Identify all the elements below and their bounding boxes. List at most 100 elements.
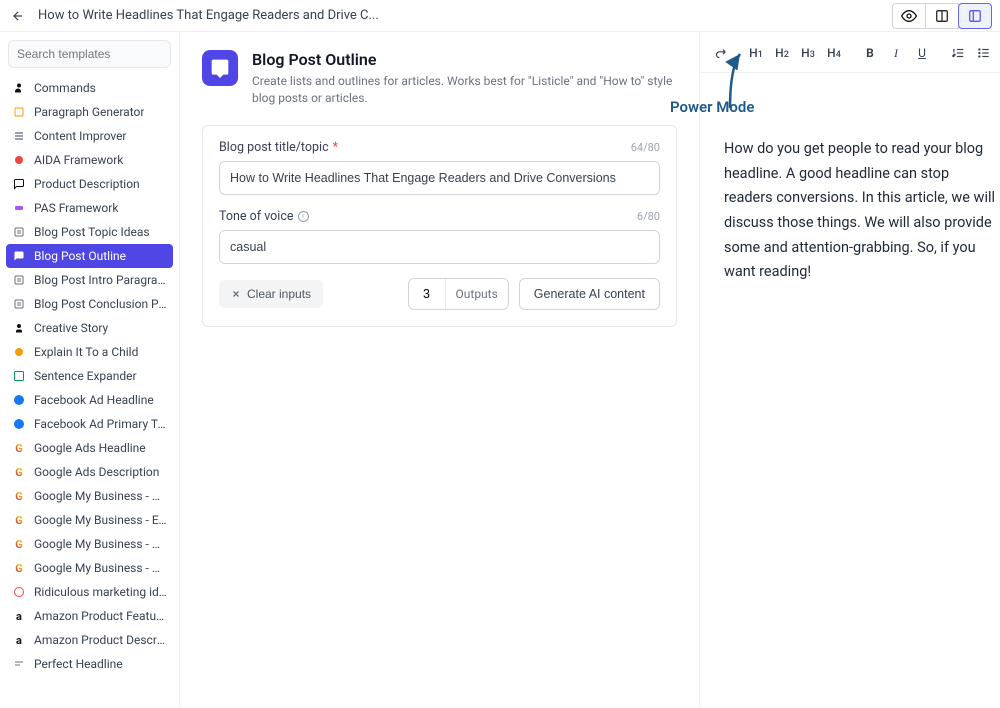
g-icon: G [12, 489, 26, 503]
template-item-18[interactable]: G Google My Business - Ev... [6, 508, 173, 532]
title-input[interactable] [219, 161, 660, 195]
layout-icon [935, 9, 949, 23]
template-item-8[interactable]: Blog Post Intro Paragraph [6, 268, 173, 292]
template-label: Paragraph Generator [34, 105, 144, 119]
ordered-list-button[interactable] [948, 42, 968, 64]
head-icon [12, 657, 26, 671]
h1-button[interactable]: H1 [746, 42, 766, 64]
template-header: Blog Post Outline Create lists and outli… [202, 50, 677, 107]
back-button[interactable] [8, 6, 28, 26]
outputs-stepper[interactable]: Outputs [408, 278, 509, 310]
aida-icon [12, 153, 26, 167]
template-item-16[interactable]: GGoogle Ads Description [6, 460, 173, 484]
template-item-22[interactable]: aAmazon Product Feature... [6, 604, 173, 628]
template-item-2[interactable]: Content Improver [6, 124, 173, 148]
expand-icon [12, 369, 26, 383]
template-item-6[interactable]: Blog Post Topic Ideas [6, 220, 173, 244]
outputs-count-input[interactable] [409, 287, 445, 301]
template-item-0[interactable]: Commands [6, 76, 173, 100]
improve-icon [12, 129, 26, 143]
pas-icon [12, 201, 26, 215]
template-label: Google My Business - Ev... [34, 513, 167, 527]
template-label: Product Description [34, 177, 140, 191]
underline-button[interactable]: U [912, 42, 932, 64]
template-item-13[interactable]: Facebook Ad Headline [6, 388, 173, 412]
g-icon: G [12, 465, 26, 479]
bold-button[interactable]: B [860, 42, 880, 64]
italic-button[interactable]: I [886, 42, 906, 64]
child-icon [12, 345, 26, 359]
g-icon: G [12, 513, 26, 527]
template-label: Content Improver [34, 129, 127, 143]
template-item-14[interactable]: Facebook Ad Primary Text [6, 412, 173, 436]
template-label: PAS Framework [34, 201, 118, 215]
template-label: Explain It To a Child [34, 345, 138, 359]
field-tone-label: Tone of voice i [219, 209, 309, 224]
g-icon: G [12, 561, 26, 575]
template-label: Blog Post Conclusion Par... [34, 297, 167, 311]
template-form-panel: Blog Post Outline Create lists and outli… [180, 32, 700, 708]
template-label: Commands [34, 81, 96, 95]
template-label: Google Ads Headline [34, 441, 146, 455]
field-tone-counter: 6/80 [637, 210, 660, 223]
template-item-15[interactable]: G Google Ads Headline [6, 436, 173, 460]
template-item-21[interactable]: Ridiculous marketing ideas [6, 580, 173, 604]
template-item-3[interactable]: AIDA Framework [6, 148, 173, 172]
info-icon: i [298, 211, 309, 222]
template-name: Blog Post Outline [252, 50, 677, 69]
template-item-17[interactable]: GGoogle My Business - W... [6, 484, 173, 508]
editor-panel: H1 H2 H3 H4 B I U Power Mode How do you … [700, 32, 1000, 708]
template-list: Commands Paragraph Generator Content Impro… [6, 76, 173, 676]
bullet-list-button[interactable] [974, 42, 994, 64]
template-item-11[interactable]: Explain It To a Child [6, 340, 173, 364]
x-icon [231, 289, 241, 299]
template-label: Google My Business - Pr... [34, 537, 167, 551]
outputs-label: Outputs [445, 279, 508, 309]
para-icon [12, 105, 26, 119]
input-form: Blog post title/topic * 64/80 Tone of vo… [202, 125, 677, 327]
app-header: How to Write Headlines That Engage Reade… [0, 0, 1000, 32]
template-item-10[interactable]: Creative Story [6, 316, 173, 340]
h3-button[interactable]: H3 [798, 42, 818, 64]
template-item-24[interactable]: Perfect Headline [6, 652, 173, 676]
clear-inputs-button[interactable]: Clear inputs [219, 280, 323, 308]
template-item-20[interactable]: GGoogle My Business - Off... [6, 556, 173, 580]
form-actions: Clear inputs Outputs Generate AI content [219, 278, 660, 310]
prod-icon [12, 177, 26, 191]
blog-icon [12, 273, 26, 287]
undo-icon [700, 46, 701, 60]
split-mode-button[interactable] [925, 3, 959, 29]
h2-button[interactable]: H2 [772, 42, 792, 64]
focus-mode-button[interactable] [892, 3, 926, 29]
arrow-left-icon [11, 9, 25, 23]
field-title-label: Blog post title/topic * [219, 140, 338, 155]
template-item-1[interactable]: Paragraph Generator [6, 100, 173, 124]
template-item-23[interactable]: aAmazon Product Descript... [6, 628, 173, 652]
template-item-4[interactable]: Product Description [6, 172, 173, 196]
blog-icon [12, 297, 26, 311]
annotation-label: Power Mode [670, 98, 754, 116]
template-item-12[interactable]: Sentence Expander [6, 364, 173, 388]
template-item-5[interactable]: PAS Framework [6, 196, 173, 220]
generate-button[interactable]: Generate AI content [519, 278, 660, 310]
search-input[interactable] [8, 40, 171, 68]
undo-button[interactable] [700, 42, 704, 64]
g-icon: G [12, 537, 26, 551]
tone-input[interactable] [219, 230, 660, 264]
power-mode-button[interactable] [958, 3, 992, 29]
template-item-19[interactable]: G Google My Business - Pr... [6, 532, 173, 556]
view-mode-controls [893, 3, 992, 29]
eye-icon [901, 8, 917, 24]
search-box [8, 40, 171, 68]
templates-sidebar: Commands Paragraph Generator Content Impro… [0, 32, 180, 708]
redo-button[interactable] [710, 42, 730, 64]
template-item-9[interactable]: Blog Post Conclusion Par... [6, 292, 173, 316]
panels-icon [968, 9, 982, 23]
g-icon: G [12, 441, 26, 455]
template-icon-tile [202, 50, 238, 86]
template-item-7[interactable]: Blog Post Outline [6, 244, 173, 268]
fb-icon [12, 393, 26, 407]
template-label: Sentence Expander [34, 369, 137, 383]
h4-button[interactable]: H4 [824, 42, 844, 64]
template-label: Facebook Ad Headline [34, 393, 154, 407]
